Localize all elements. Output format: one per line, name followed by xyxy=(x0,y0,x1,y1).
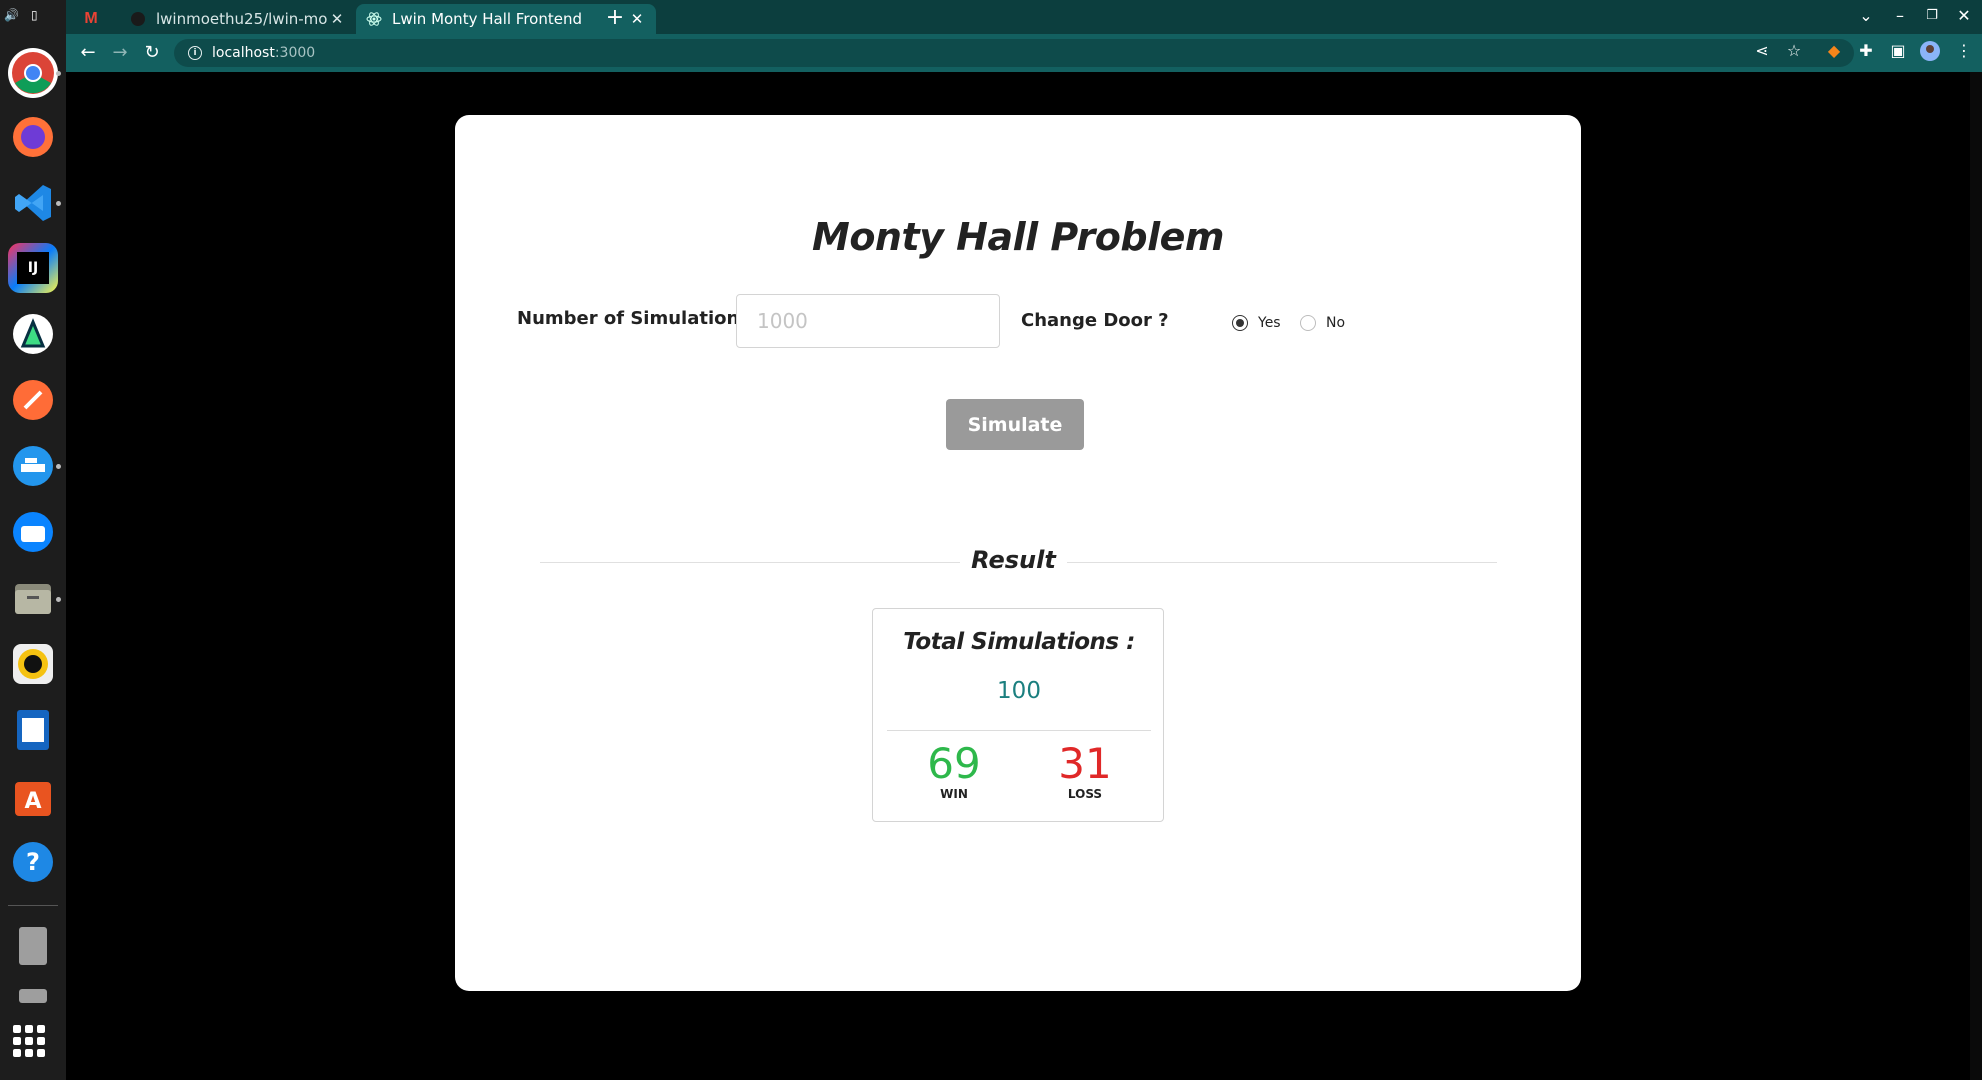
loss-label: LOSS xyxy=(1067,787,1103,801)
total-simulations-value: 100 xyxy=(997,678,1041,704)
simulations-input[interactable] xyxy=(736,294,1000,348)
result-heading: Result xyxy=(971,546,1056,574)
rhythmbox-icon[interactable] xyxy=(8,639,58,689)
dock-separator xyxy=(8,905,58,906)
minimize-icon[interactable]: – xyxy=(1890,6,1910,25)
page-title: Monty Hall Problem xyxy=(812,215,1225,259)
firefox-icon[interactable] xyxy=(8,112,58,162)
close-icon[interactable]: ✕ xyxy=(328,10,346,28)
help-icon[interactable]: ? xyxy=(8,837,58,887)
url-text[interactable]: localhost:3000 xyxy=(212,45,315,61)
radio-no[interactable]: No xyxy=(1300,315,1345,331)
divider xyxy=(540,562,960,563)
win-label: WIN xyxy=(940,787,968,801)
url-port: :3000 xyxy=(274,45,316,61)
back-icon[interactable]: ← xyxy=(76,41,100,65)
postman-icon[interactable] xyxy=(8,375,58,425)
divider xyxy=(887,730,1151,731)
status-icons: 🔊 ▯ xyxy=(4,4,60,26)
running-indicator xyxy=(56,597,61,602)
forward-icon[interactable]: → xyxy=(108,41,132,65)
thunderbird-icon[interactable] xyxy=(8,507,58,557)
radio-no-label: No xyxy=(1326,315,1346,331)
change-door-label: Change Door ? xyxy=(1021,310,1169,331)
radio-yes[interactable]: Yes xyxy=(1232,315,1281,331)
bookmark-star-icon[interactable]: ☆ xyxy=(1782,41,1806,60)
metamask-icon[interactable]: ◆ xyxy=(1822,41,1846,60)
win-stat: 69 WIN xyxy=(899,737,1009,801)
info-icon[interactable]: i xyxy=(188,46,202,60)
tab-label: Lwin Monty Hall Frontend xyxy=(392,10,582,28)
profile-avatar[interactable] xyxy=(1918,41,1942,65)
address-bar[interactable]: i localhost:3000 xyxy=(174,39,1854,67)
result-box: Total Simulations : 100 69 WIN 31 LOSS xyxy=(872,608,1164,822)
simulations-label: Number of Simulations xyxy=(517,308,751,329)
radio-yes-label: Yes xyxy=(1258,315,1281,331)
close-icon[interactable]: ✕ xyxy=(628,10,646,28)
files-icon[interactable] xyxy=(8,573,58,623)
browser-toolbar: ← → ↻ i localhost:3000 ⋖ ☆ ◆ ✚ ▣ ⋮ xyxy=(66,34,1982,72)
libreoffice-writer-icon[interactable] xyxy=(8,705,58,755)
divider xyxy=(1067,562,1497,563)
browser-window: M lwinmoethu25/lwin-mont ✕ Lwin Monty Ha… xyxy=(66,0,1982,1080)
radio-checked-icon[interactable] xyxy=(1232,315,1248,331)
extensions-icon[interactable]: ✚ xyxy=(1854,41,1878,60)
reload-icon[interactable]: ↻ xyxy=(140,41,164,65)
show-apps-icon[interactable] xyxy=(13,1025,45,1057)
svg-text:A: A xyxy=(24,789,41,814)
react-icon xyxy=(366,11,382,27)
drive-icon[interactable] xyxy=(8,920,58,970)
url-host: localhost xyxy=(212,45,275,61)
total-simulations-label: Total Simulations : xyxy=(903,629,1135,655)
loss-stat: 31 LOSS xyxy=(1030,737,1140,801)
side-panel-icon[interactable]: ▣ xyxy=(1886,41,1910,60)
tab-gmail[interactable]: M xyxy=(76,4,106,34)
new-tab-button[interactable]: + xyxy=(602,6,628,32)
chrome-icon[interactable] xyxy=(8,48,58,98)
vscode-icon[interactable] xyxy=(8,178,58,228)
radio-unchecked-icon[interactable] xyxy=(1300,315,1316,331)
volume-icon[interactable]: 🔊 xyxy=(4,8,19,22)
win-value: 69 xyxy=(927,739,981,788)
docker-icon[interactable] xyxy=(8,441,58,491)
ubuntu-dock: 🔊 ▯ IJ A ? xyxy=(0,0,66,1080)
running-indicator xyxy=(56,464,61,469)
running-indicator xyxy=(56,71,61,76)
github-icon xyxy=(130,11,146,27)
tab-search-icon[interactable]: ⌄ xyxy=(1856,6,1876,25)
battery-icon[interactable]: ▯ xyxy=(31,8,38,22)
android-studio-icon[interactable] xyxy=(8,309,58,359)
tab-bar: M lwinmoethu25/lwin-mont ✕ Lwin Monty Ha… xyxy=(66,0,1982,34)
app-center-icon[interactable]: A xyxy=(8,771,58,821)
drive-icon[interactable] xyxy=(8,985,58,1005)
share-icon[interactable]: ⋖ xyxy=(1750,41,1774,60)
page-viewport: Monty Hall Problem Number of Simulations… xyxy=(66,72,1982,1080)
restore-icon[interactable]: ❐ xyxy=(1922,8,1942,23)
scrollbar[interactable] xyxy=(1970,72,1982,1080)
close-window-icon[interactable]: ✕ xyxy=(1954,6,1974,25)
tab-github-repo[interactable]: lwinmoethu25/lwin-mont ✕ xyxy=(120,4,356,34)
simulate-button[interactable]: Simulate xyxy=(946,399,1084,450)
main-card: Monty Hall Problem Number of Simulations… xyxy=(455,115,1581,991)
svg-text:?: ? xyxy=(26,848,40,876)
intellij-icon[interactable]: IJ xyxy=(8,243,58,293)
menu-icon[interactable]: ⋮ xyxy=(1952,41,1976,60)
tab-label: lwinmoethu25/lwin-mont xyxy=(156,10,328,28)
gmail-icon: M xyxy=(84,10,98,27)
running-indicator xyxy=(56,201,61,206)
loss-value: 31 xyxy=(1058,739,1112,788)
